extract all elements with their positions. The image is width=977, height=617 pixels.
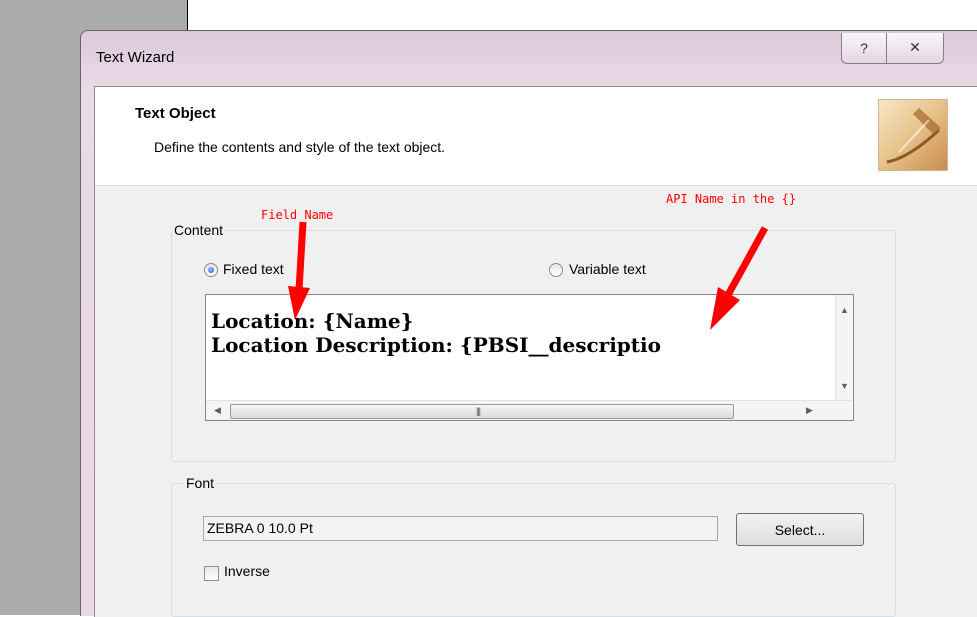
arrow-api-name-head	[710, 287, 740, 330]
arrow-field-name	[295, 221, 307, 291]
arrow-api-name	[724, 226, 769, 297]
annotation-arrows	[288, 221, 769, 330]
arrow-field-name-head	[288, 286, 310, 320]
